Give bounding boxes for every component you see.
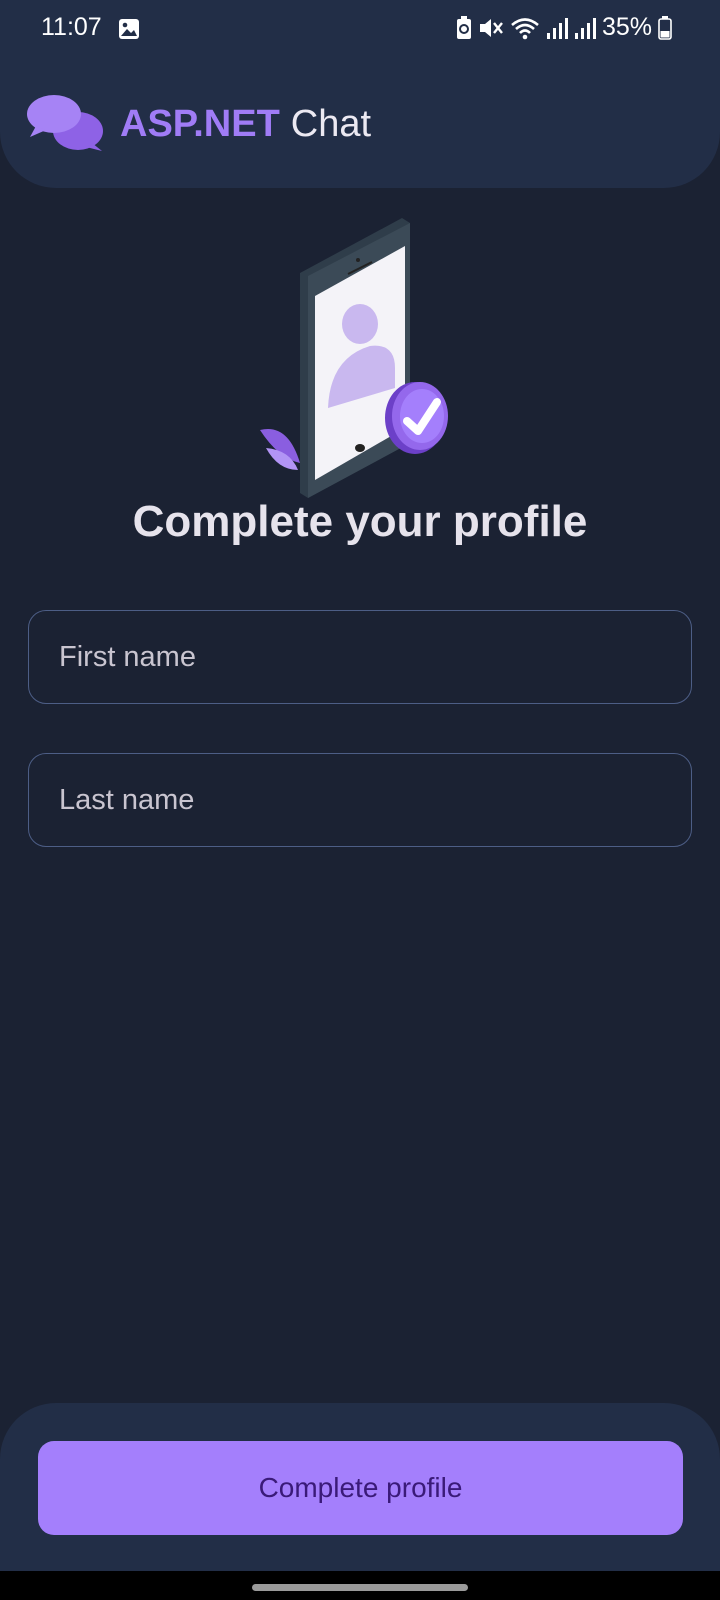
brand-accent-text: ASP.NET	[120, 102, 280, 145]
complete-profile-button[interactable]: Complete profile	[38, 1441, 683, 1535]
mute-icon	[479, 18, 503, 37]
wifi-icon	[511, 17, 539, 39]
status-bar: 11:07 35%	[0, 0, 720, 58]
home-indicator[interactable]	[252, 1584, 468, 1591]
phone-profile-check-illustration	[260, 218, 448, 498]
gallery-icon	[119, 19, 139, 39]
signal-icon	[574, 17, 596, 39]
chat-bubbles-icon	[27, 95, 103, 151]
brand-rest-text: Chat	[290, 102, 372, 145]
brand: ASP.NET Chat	[26, 93, 371, 155]
battery-icon	[658, 15, 672, 40]
status-time: 11:07	[41, 13, 102, 41]
first-name-input[interactable]	[59, 640, 691, 674]
battery-saver-icon	[456, 15, 471, 39]
status-icons: 35%	[456, 13, 672, 42]
battery-percentage: 35%	[601, 13, 652, 41]
first-name-field[interactable]	[28, 610, 692, 704]
signal-icon	[546, 17, 568, 39]
page-title: Complete your profile	[132, 497, 588, 546]
last-name-input[interactable]	[59, 783, 691, 817]
last-name-field[interactable]	[28, 753, 692, 847]
